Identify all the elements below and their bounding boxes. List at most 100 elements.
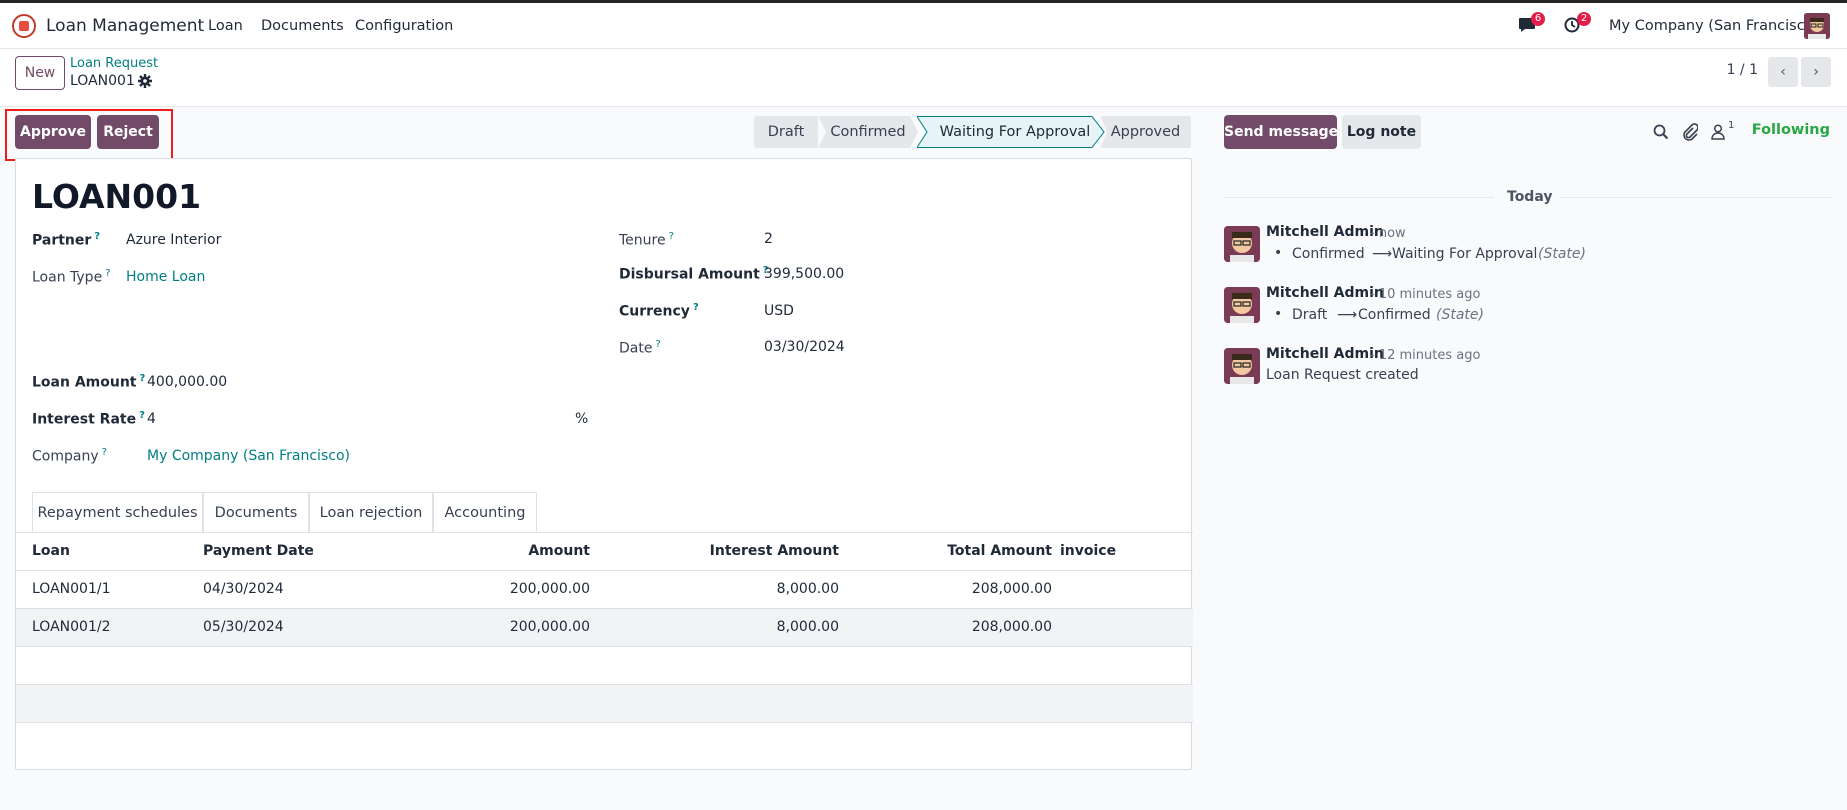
- table-row[interactable]: LOAN001/2 05/30/2024 200,000.00 8,000.00…: [16, 609, 1193, 647]
- col-interest-amount[interactable]: Interest Amount: [710, 543, 839, 559]
- avatar[interactable]: [1224, 348, 1260, 384]
- chat-bubble-icon[interactable]: 6: [1518, 12, 1545, 37]
- activities-badge: 2: [1577, 12, 1591, 26]
- day-separator: Today: [1507, 189, 1553, 205]
- field-label-date: Date?: [619, 339, 661, 357]
- tracking-field: (State): [1538, 246, 1586, 262]
- breadcrumb-parent[interactable]: Loan Request: [70, 56, 158, 71]
- avatar[interactable]: [1224, 287, 1260, 323]
- search-icon[interactable]: [1653, 124, 1669, 144]
- cell-payment-date: 05/30/2024: [203, 619, 284, 635]
- tab-repayment-schedules[interactable]: Repayment schedules: [32, 492, 203, 533]
- tenure-field[interactable]: 2: [764, 231, 773, 247]
- message-time: - 12 minutes ago: [1370, 348, 1481, 363]
- interest-rate-suffix: %: [575, 411, 589, 427]
- empty-row: [16, 647, 1193, 685]
- field-label-tenure: Tenure?: [619, 231, 674, 249]
- message-time: - 10 minutes ago: [1370, 287, 1481, 302]
- tracking-old-value: Confirmed: [1292, 246, 1365, 262]
- form-view: Approve Reject Draft Confirmed Waiting F…: [0, 108, 1206, 810]
- pager-value[interactable]: 1 / 1: [1727, 62, 1758, 78]
- col-amount[interactable]: Amount: [528, 543, 590, 559]
- loan-type-field[interactable]: Home Loan: [126, 269, 205, 285]
- new-button[interactable]: New: [15, 56, 65, 90]
- tab-documents[interactable]: Documents: [203, 492, 309, 532]
- control-panel: New Loan Request LOAN001 1 / 1 ‹ ›: [0, 50, 1847, 107]
- table-header-row: Loan Payment Date Amount Interest Amount…: [16, 533, 1193, 571]
- pager-next-button[interactable]: ›: [1801, 57, 1831, 87]
- menu-loan[interactable]: Loan: [208, 18, 243, 34]
- send-message-button[interactable]: Send message: [1224, 115, 1338, 149]
- approve-button[interactable]: Approve: [15, 115, 91, 149]
- user-avatar[interactable]: [1804, 13, 1830, 39]
- following-button[interactable]: Following: [1752, 122, 1830, 138]
- cell-total-amount: 208,000.00: [971, 619, 1052, 635]
- app-logo-icon[interactable]: [12, 14, 36, 38]
- user-icon[interactable]: [1711, 124, 1725, 144]
- field-label-currency: Currency?: [619, 302, 699, 320]
- tracking-arrow: ⟶: [1337, 307, 1358, 323]
- cell-total-amount: 208,000.00: [971, 581, 1052, 597]
- cell-interest-amount: 8,000.00: [776, 581, 839, 597]
- tracking-old-value: Draft: [1292, 307, 1328, 323]
- company-field[interactable]: My Company (San Francisco): [147, 448, 350, 464]
- top-navbar: Loan Management Loan Documents Configura…: [0, 3, 1847, 49]
- field-label-interest-rate: Interest Rate?: [32, 410, 145, 428]
- col-total-amount[interactable]: Total Amount: [947, 543, 1052, 559]
- company-switcher[interactable]: My Company (San Francisco): [1609, 18, 1819, 34]
- field-label-partner: Partner?: [32, 231, 101, 249]
- message-author[interactable]: Mitchell Admin: [1266, 224, 1384, 240]
- tab-accounting[interactable]: Accounting: [433, 492, 537, 532]
- messages-badge: 6: [1531, 12, 1545, 26]
- breadcrumb-current: LOAN001: [70, 73, 135, 89]
- gear-icon[interactable]: [138, 74, 152, 92]
- tracking-arrow: ⟶: [1372, 246, 1393, 262]
- cell-amount: 200,000.00: [509, 619, 590, 635]
- reject-button[interactable]: Reject: [97, 115, 159, 149]
- message-time: - now: [1370, 226, 1406, 241]
- followers-count: 1: [1728, 120, 1735, 131]
- col-loan[interactable]: Loan: [32, 543, 70, 559]
- stage-waiting-for-approval[interactable]: Waiting For Approval: [935, 116, 1095, 148]
- tracking-new-value: Confirmed: [1358, 307, 1431, 323]
- table-row[interactable]: LOAN001/1 04/30/2024 200,000.00 8,000.00…: [16, 571, 1193, 609]
- paperclip-icon[interactable]: [1682, 123, 1699, 145]
- log-note-button[interactable]: Log note: [1342, 115, 1421, 149]
- tracking-field: (State): [1436, 307, 1484, 323]
- partner-field[interactable]: Azure Interior: [126, 232, 221, 248]
- cell-interest-amount: 8,000.00: [776, 619, 839, 635]
- cell-payment-date: 04/30/2024: [203, 581, 284, 597]
- app-title[interactable]: Loan Management: [46, 16, 204, 36]
- col-invoice[interactable]: invoice: [1060, 543, 1116, 559]
- cell-amount: 200,000.00: [509, 581, 590, 597]
- loan-amount-field[interactable]: 400,000.00: [147, 374, 227, 390]
- cell-loan: LOAN001/1: [32, 581, 111, 597]
- currency-field[interactable]: USD: [764, 303, 794, 319]
- tracking-bullet: •: [1274, 245, 1283, 261]
- avatar[interactable]: [1224, 226, 1260, 262]
- clock-icon[interactable]: 2: [1564, 12, 1591, 37]
- form-sheet: LOAN001 Partner? Azure Interior Loan Typ…: [15, 158, 1193, 770]
- stage-confirmed[interactable]: Confirmed: [818, 116, 918, 148]
- disbursal-amount-field[interactable]: 399,500.00: [764, 266, 844, 282]
- interest-rate-field[interactable]: 4: [147, 411, 156, 427]
- field-label-loan-amount: Loan Amount?: [32, 373, 146, 391]
- pager-prev-button[interactable]: ‹: [1768, 57, 1798, 87]
- message-body: Loan Request created: [1266, 367, 1419, 383]
- day-separator-line: [1561, 197, 1833, 198]
- chatter-panel: Send message Log note 1 Following Today …: [1206, 108, 1847, 810]
- message-author[interactable]: Mitchell Admin: [1266, 285, 1384, 301]
- col-payment-date[interactable]: Payment Date: [203, 543, 314, 559]
- empty-row: [16, 685, 1193, 723]
- message-author[interactable]: Mitchell Admin: [1266, 346, 1384, 362]
- record-title[interactable]: LOAN001: [32, 177, 201, 216]
- tab-loan-rejection[interactable]: Loan rejection: [309, 492, 433, 532]
- field-label-company: Company?: [32, 447, 107, 465]
- date-field[interactable]: 03/30/2024: [764, 339, 845, 355]
- day-separator-line: [1224, 197, 1494, 198]
- stage-draft[interactable]: Draft: [754, 116, 818, 148]
- menu-configuration[interactable]: Configuration: [355, 18, 453, 34]
- menu-documents[interactable]: Documents: [261, 18, 344, 34]
- field-label-loan-type: Loan Type?: [32, 268, 111, 286]
- stage-approved[interactable]: Approved: [1100, 116, 1191, 148]
